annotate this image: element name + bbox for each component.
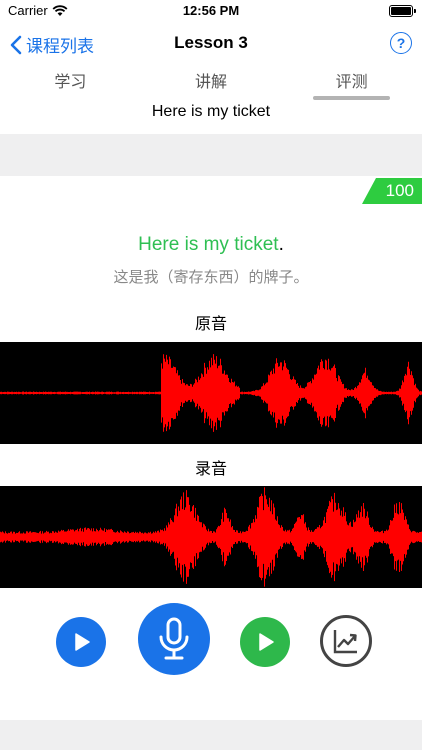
trend-chart-icon <box>333 630 357 654</box>
tab-evaluation[interactable]: 评测 <box>281 66 422 104</box>
original-waveform[interactable] <box>0 342 422 444</box>
battery-icon <box>389 5 416 17</box>
play-icon <box>259 633 274 651</box>
playback-controls <box>0 601 422 676</box>
recording-waveform[interactable] <box>0 486 422 588</box>
evaluation-card: 100 Here is my ticket. 这是我（寄存东西）的牌子。 原音 … <box>0 176 422 720</box>
sentence-translation: 这是我（寄存东西）的牌子。 <box>113 269 309 286</box>
tab-explanation[interactable]: 讲解 <box>141 66 282 104</box>
evaluated-sentence: Here is my ticket. <box>0 234 422 256</box>
recording-audio-label: 录音 <box>194 461 227 478</box>
matched-words: Here is my ticket <box>138 234 279 255</box>
status-time: 12:56 PM <box>182 3 240 18</box>
score-badge: 100 <box>362 178 422 204</box>
page-title: Lesson 3 <box>174 33 248 52</box>
tab-study[interactable]: 学习 <box>0 66 141 104</box>
play-original-button[interactable] <box>56 617 106 667</box>
play-recording-button[interactable] <box>240 617 290 667</box>
navigation-bar: 课程列表 Lesson 3 ? <box>0 22 422 66</box>
sentence-punctuation: . <box>278 234 284 255</box>
question-circle-icon[interactable]: ? <box>390 32 412 54</box>
tab-bar: 学习 讲解 评测 <box>0 66 422 104</box>
original-audio-label: 原音 <box>194 316 227 333</box>
microphone-icon <box>159 617 189 660</box>
record-button[interactable] <box>138 603 210 675</box>
play-icon <box>75 633 90 651</box>
score-chart-button[interactable] <box>320 615 372 667</box>
current-sentence: Here is my ticket <box>0 100 422 134</box>
status-bar: Carrier 12:56 PM <box>0 0 422 22</box>
